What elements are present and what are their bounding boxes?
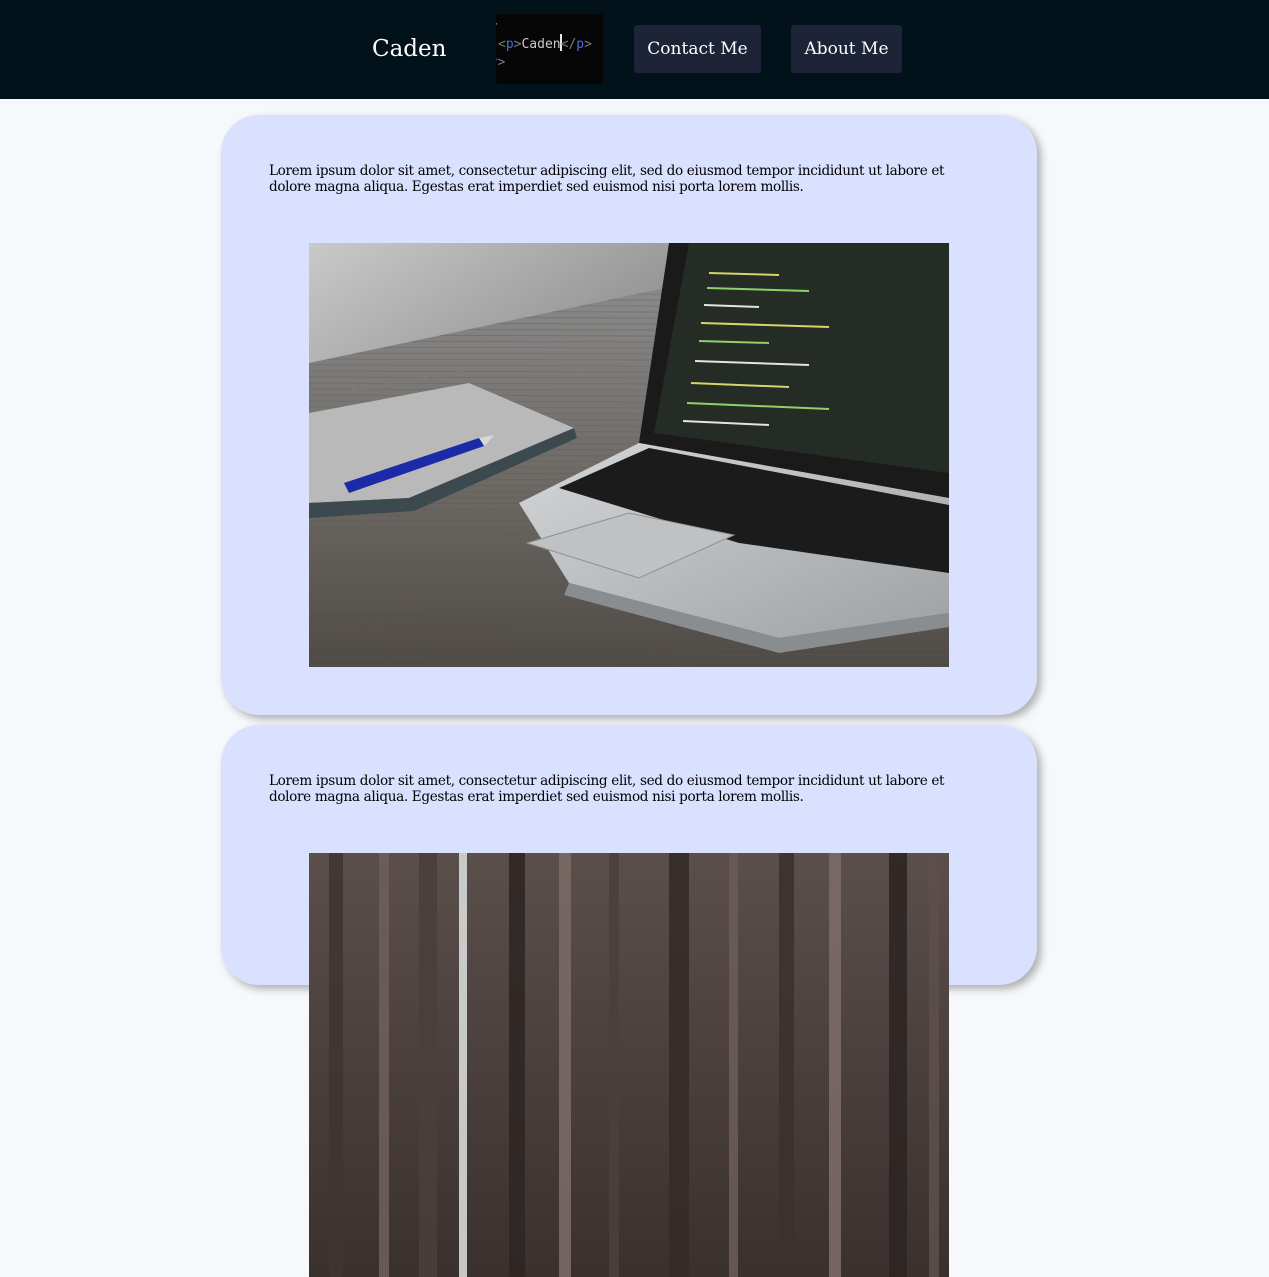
post-card: Lorem ipsum dolor sit amet, consectetur … bbox=[221, 725, 1037, 1277]
code-line-3: ody> bbox=[496, 55, 506, 70]
laptop-with-code-photo bbox=[309, 243, 949, 667]
top-nav: Caden y> <p>Caden</p> ody> Contact Me Ab… bbox=[0, 0, 1269, 99]
post-text: Lorem ipsum dolor sit amet, consectetur … bbox=[269, 163, 945, 195]
code-line-2: <p>Caden</p> bbox=[498, 34, 592, 54]
site-brand[interactable]: Caden bbox=[372, 34, 446, 64]
post-text: Lorem ipsum dolor sit amet, consectetur … bbox=[269, 773, 945, 805]
code-logo: y> <p>Caden</p> ody> bbox=[496, 14, 603, 84]
contact-me-button[interactable]: Contact Me bbox=[634, 25, 761, 73]
about-me-button[interactable]: About Me bbox=[791, 25, 902, 73]
post-card: Lorem ipsum dolor sit amet, consectetur … bbox=[221, 115, 1037, 715]
code-line-1: y> bbox=[496, 15, 498, 34]
forest-photo bbox=[309, 853, 949, 1277]
